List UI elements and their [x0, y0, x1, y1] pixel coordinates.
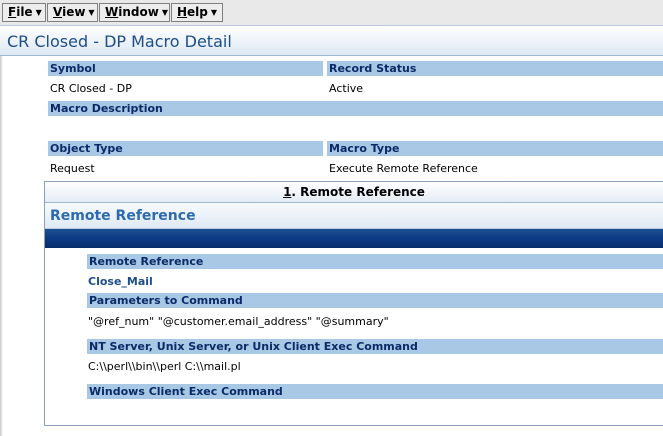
page-title: CR Closed - DP Macro Detail — [7, 32, 232, 51]
tab-remote-reference[interactable]: 1. Remote Reference — [45, 182, 663, 203]
parameters-value: "@ref_num" "@customer.email_address" "@s… — [88, 315, 389, 328]
menu-window-mnemonic: W — [105, 5, 119, 19]
chevron-down-icon: ▼ — [88, 8, 95, 17]
nt-command-label: NT Server, Unix Server, or Unix Client E… — [87, 339, 663, 354]
menu-help-label: elp — [187, 5, 208, 19]
menu-window[interactable]: Window ▼ — [99, 3, 170, 22]
left-border — [0, 56, 3, 436]
menu-file-mnemonic: F — [8, 5, 17, 19]
record-status-value: Active — [329, 82, 364, 95]
chevron-down-icon: ▼ — [35, 8, 42, 17]
object-type-value: Request — [50, 162, 95, 175]
remote-reference-value[interactable]: Close_Mail — [88, 275, 153, 289]
section-title: Remote Reference — [50, 208, 196, 224]
record-status-label: Record Status — [327, 61, 663, 76]
menu-view-label: iew — [62, 5, 86, 19]
remote-reference-label: Remote Reference — [87, 254, 663, 269]
remote-reference-panel: 1. Remote Reference Remote Reference Rem… — [44, 181, 663, 426]
macro-type-label: Macro Type — [327, 141, 663, 156]
macro-type-value: Execute Remote Reference — [329, 162, 478, 175]
nt-command-value: C:\\perl\\bin\\perl C:\\mail.pl — [88, 360, 241, 373]
menu-help[interactable]: Help ▼ — [171, 3, 223, 22]
symbol-value: CR Closed - DP — [50, 82, 132, 95]
chevron-down-icon: ▼ — [161, 8, 168, 17]
menu-view[interactable]: View ▼ — [47, 3, 98, 22]
menu-window-label: indow — [118, 5, 159, 19]
macro-description-label: Macro Description — [48, 101, 663, 116]
chevron-down-icon: ▼ — [210, 8, 218, 17]
parameters-label: Parameters to Command — [87, 293, 663, 308]
menu-file[interactable]: File ▼ — [2, 3, 46, 22]
menu-bar: File ▼ View ▼ Window ▼ Help ▼ — [0, 0, 663, 25]
section-title-bar: Remote Reference — [45, 203, 663, 229]
menu-file-label: ile — [16, 5, 33, 19]
menu-view-mnemonic: V — [53, 5, 63, 19]
tab-label: . Remote Reference — [291, 185, 425, 199]
page-title-bar: CR Closed - DP Macro Detail — [0, 25, 663, 56]
windows-command-label: Windows Client Exec Command — [87, 384, 663, 399]
object-type-label: Object Type — [48, 141, 323, 156]
menu-help-mnemonic: H — [177, 5, 188, 19]
section-blue-bar — [45, 229, 663, 248]
symbol-label: Symbol — [48, 61, 323, 76]
